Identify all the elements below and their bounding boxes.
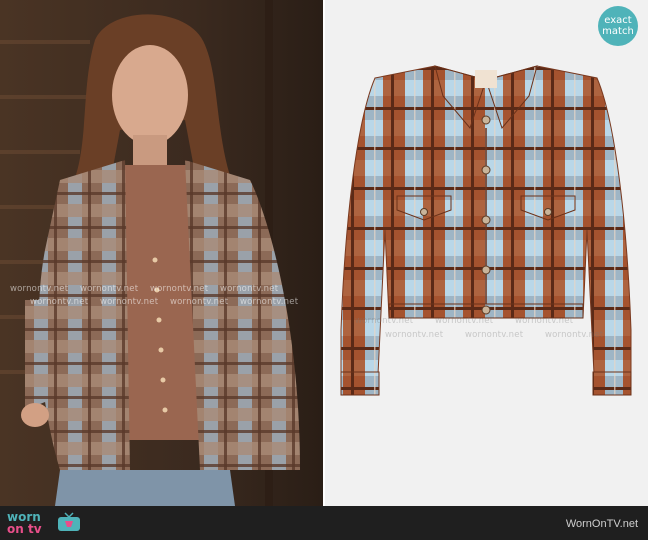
watermark-text: wornontv.net xyxy=(170,297,229,307)
watermark-text: wornontv.net xyxy=(220,284,279,294)
watermark-text: wornontv.net xyxy=(385,330,444,340)
watermark-text: wornontv.net xyxy=(80,284,139,294)
watermark-text: wornontv.net xyxy=(10,284,69,294)
watermark-text: wornontv.net xyxy=(30,297,89,307)
footer-bar xyxy=(0,506,648,540)
watermark-text: wornontv.net xyxy=(100,297,159,307)
watermark-text: wornontv.net xyxy=(240,297,299,307)
scene-illustration xyxy=(0,0,323,506)
badge-line-1: exact xyxy=(604,15,632,26)
tv-icon xyxy=(58,512,80,531)
watermark-text: wornontv.net xyxy=(515,316,574,326)
plaid-jacket-illustration xyxy=(325,0,648,506)
watermark-text: wornontv.net xyxy=(435,316,494,326)
watermark-text: wornontv.net xyxy=(150,284,209,294)
badge-line-2: match xyxy=(602,26,634,37)
watermark-text: wornontv.net xyxy=(465,330,524,340)
product-photo: wornontv.net wornontv.net wornontv.net w… xyxy=(325,0,648,506)
watermark-text: wornontv.net xyxy=(355,316,414,326)
watermark-text: wornontv.net xyxy=(545,330,604,340)
exact-match-badge: exact match xyxy=(598,6,638,46)
site-name: WornOnTV.net xyxy=(565,518,638,530)
logo-ontv-text: on tv xyxy=(7,522,42,536)
scene-photo: wornontv.net wornontv.net wornontv.net w… xyxy=(0,0,323,506)
